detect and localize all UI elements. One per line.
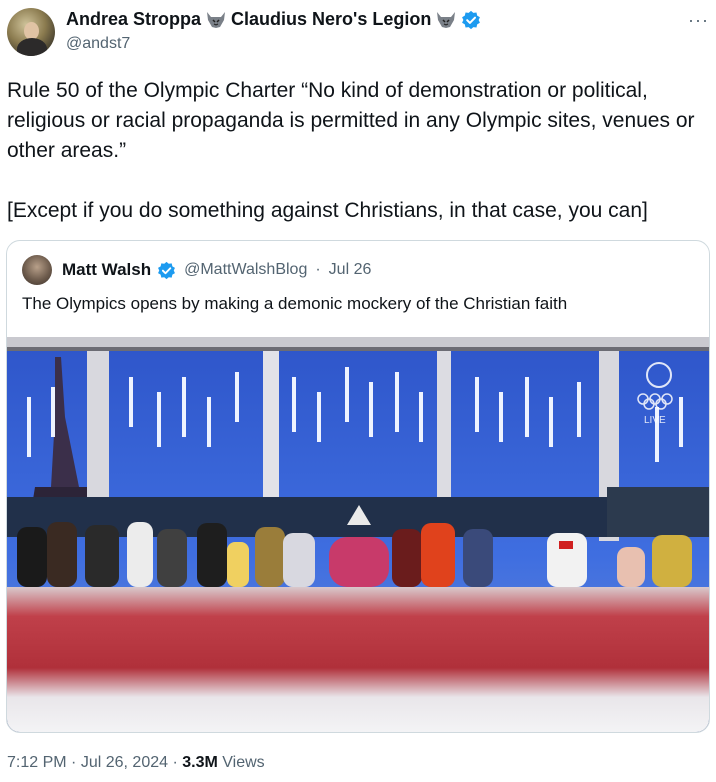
meta-separator: ·	[172, 754, 178, 771]
quoted-tweet-media[interactable]: LIVE	[7, 337, 709, 732]
more-options-button[interactable]: ···	[688, 10, 709, 31]
tweet-date[interactable]: Jul 26, 2024	[81, 754, 168, 771]
live-overlay: LIVE	[644, 415, 666, 426]
tweet-footer: 7:12 PM · Jul 26, 2024 · 3.3M Views	[7, 754, 265, 772]
tweet: Andrea Stroppa Claudius Nero's Legion @a…	[0, 0, 716, 782]
quoted-author-handle[interactable]: @MattWalshBlog	[184, 261, 307, 279]
quoted-tweet-date[interactable]: Jul 26	[329, 261, 372, 279]
meta-separator: ·	[71, 754, 77, 771]
media-scene: LIVE	[7, 337, 709, 732]
quoted-author-name[interactable]: Matt Walsh	[62, 260, 151, 280]
quoted-author-avatar[interactable]	[22, 255, 52, 285]
author-name[interactable]: Andrea Stroppa	[66, 9, 201, 30]
verified-badge-icon	[462, 10, 481, 29]
author-legion[interactable]: Claudius Nero's Legion	[231, 9, 431, 30]
tweet-text: Rule 50 of the Olympic Charter “No kind …	[7, 76, 707, 256]
quoted-tweet[interactable]: Matt Walsh @MattWalshBlog · Jul 26 The O…	[6, 240, 710, 733]
author-handle[interactable]: @andst7	[66, 35, 130, 53]
author-name-row[interactable]: Andrea Stroppa Claudius Nero's Legion	[66, 9, 481, 30]
tweet-time[interactable]: 7:12 PM	[7, 754, 67, 771]
quoted-tweet-header: Matt Walsh @MattWalshBlog · Jul 26	[22, 255, 371, 285]
views-label: Views	[222, 754, 265, 771]
wolf-icon	[437, 11, 456, 28]
wolf-icon	[207, 11, 226, 28]
views-count: 3.3M	[182, 754, 218, 771]
quoted-tweet-text: The Olympics opens by making a demonic m…	[22, 294, 568, 313]
meta-separator: ·	[315, 261, 321, 278]
author-avatar[interactable]	[7, 8, 55, 56]
verified-badge-icon	[158, 261, 176, 279]
tweet-paragraph: Rule 50 of the Olympic Charter “No kind …	[7, 79, 695, 162]
tweet-paragraph: [Except if you do something against Chri…	[7, 199, 648, 222]
